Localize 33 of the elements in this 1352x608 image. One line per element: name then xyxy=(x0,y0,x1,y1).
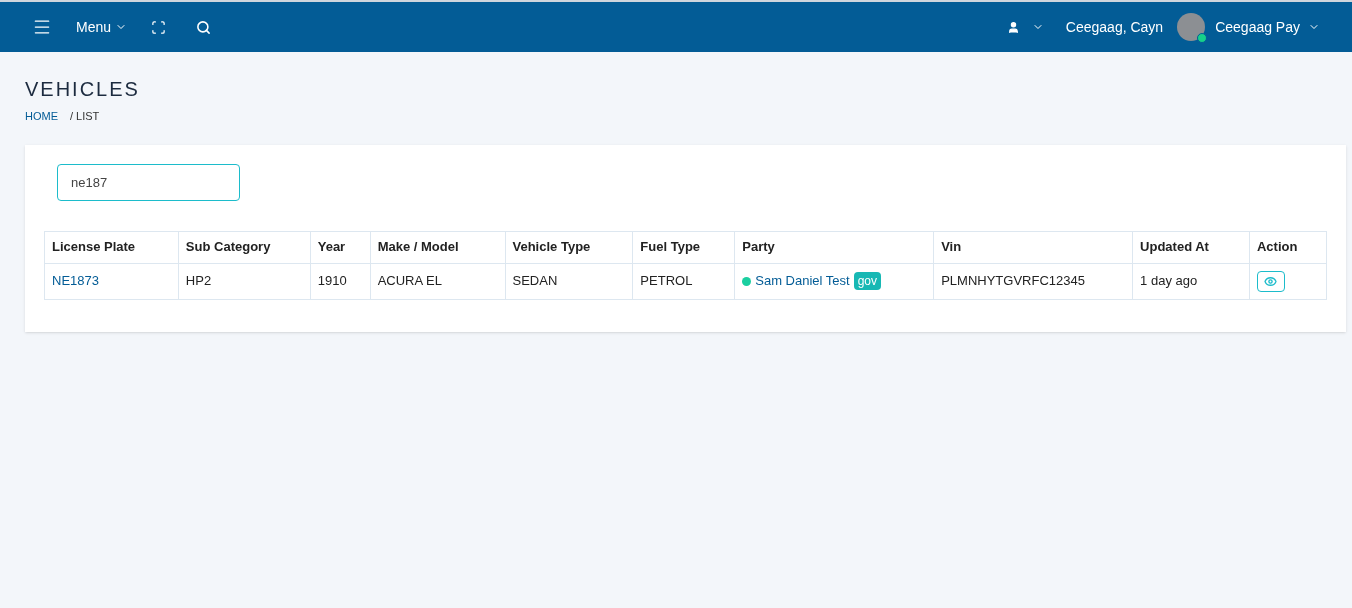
column-header: License Plate xyxy=(44,231,179,263)
online-status-icon xyxy=(1197,33,1208,43)
search-icon[interactable] xyxy=(196,19,212,35)
column-header: Vin xyxy=(933,231,1133,263)
table-cell: PETROL xyxy=(632,263,735,299)
table-cell: 1 day ago xyxy=(1132,263,1250,299)
party-tag: gov xyxy=(853,272,882,290)
column-header: Fuel Type xyxy=(632,231,735,263)
account-dropdown[interactable]: Ceegaag Pay xyxy=(1215,16,1320,38)
fullscreen-icon[interactable] xyxy=(151,19,167,35)
user-dropdown-icon[interactable] xyxy=(1006,20,1044,34)
table-cell: 1910 xyxy=(310,263,371,299)
table-cell: SEDAN xyxy=(505,263,633,299)
party-link[interactable]: Sam Daniel Test xyxy=(755,271,850,291)
table-cell: ACURA EL xyxy=(370,263,505,299)
page-title: VEHICLES xyxy=(25,77,141,102)
menu-dropdown[interactable]: Menu xyxy=(76,16,128,38)
search-field[interactable]: ne187 xyxy=(57,163,240,201)
column-header: Year xyxy=(310,231,371,263)
table-cell: PLMNHYTGVRFC12345 xyxy=(933,263,1133,299)
breadcrumb-current: / LIST xyxy=(70,109,100,124)
table-cell: HP2 xyxy=(178,263,311,299)
column-header: Party xyxy=(734,231,934,263)
license-plate-link[interactable]: NE1873 xyxy=(52,273,99,289)
avatar[interactable] xyxy=(1177,13,1206,41)
column-header: Vehicle Type xyxy=(505,231,633,263)
column-header: Make / Model xyxy=(370,231,505,263)
column-header: Action xyxy=(1249,231,1327,263)
column-header: Updated At xyxy=(1132,231,1250,263)
user-name: Ceegaag, Cayn xyxy=(1065,17,1164,37)
eye-icon xyxy=(1264,274,1278,288)
column-header: Sub Category xyxy=(178,231,311,263)
breadcrumb-link[interactable]: HOME xyxy=(25,108,58,125)
